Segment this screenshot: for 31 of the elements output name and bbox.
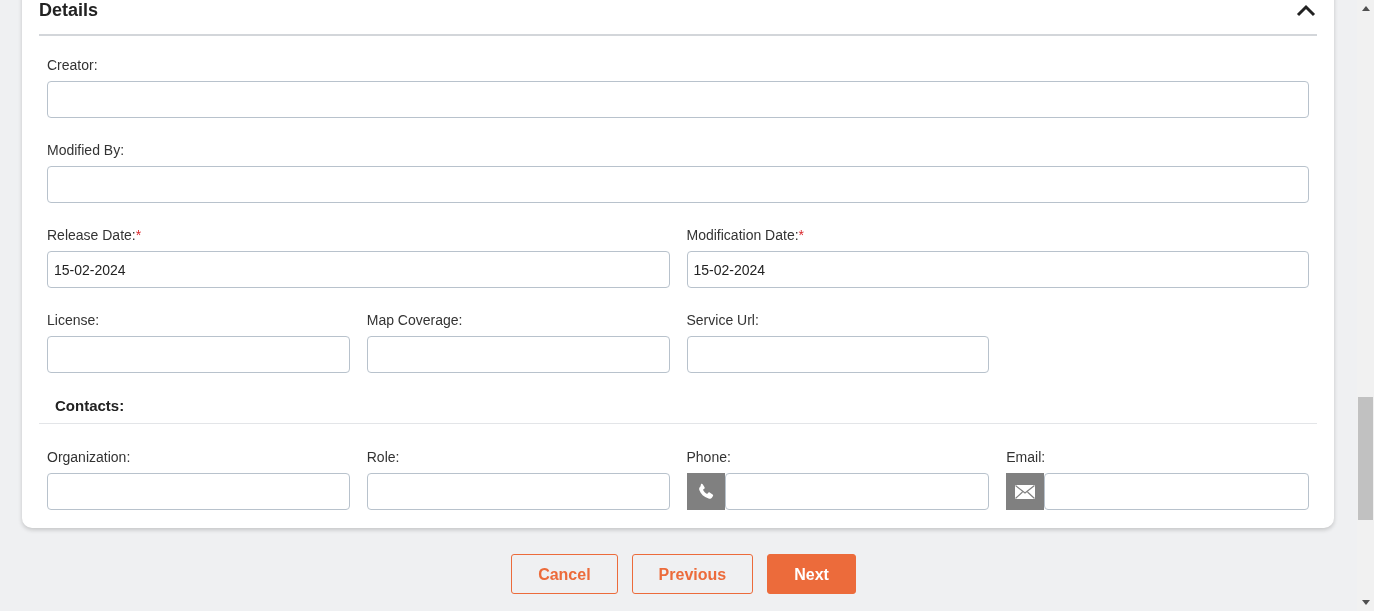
field-label: Role:: [366, 448, 401, 466]
outline-button[interactable]: Previous: [631, 554, 754, 594]
input-field[interactable]: [47, 336, 350, 373]
field-label: Organization:: [47, 448, 132, 466]
input-field[interactable]: 15-02-2024: [47, 251, 670, 288]
field-label: Map Coverage:: [366, 311, 464, 329]
envelope-icon: [1006, 473, 1045, 510]
field-label: Service Url:: [686, 311, 760, 329]
input-field[interactable]: [47, 166, 1309, 203]
field-label: Creator:: [47, 56, 99, 74]
scrollbar-thumb[interactable]: [1358, 397, 1373, 520]
input-field[interactable]: [686, 336, 990, 373]
next-button[interactable]: Next: [767, 554, 856, 594]
input-field[interactable]: [47, 81, 1309, 118]
field-label: Phone:: [686, 448, 732, 466]
contacts-heading: Contacts:: [54, 396, 126, 416]
input-field[interactable]: [366, 473, 670, 510]
input-field[interactable]: 15-02-2024: [686, 251, 1309, 288]
input-field[interactable]: [1044, 473, 1309, 510]
field-label: Release Date:*: [47, 226, 143, 244]
input-field[interactable]: [724, 473, 990, 510]
outline-button[interactable]: Cancel: [511, 554, 618, 594]
field-label: Modification Date:*: [686, 226, 805, 244]
input-field[interactable]: [366, 336, 670, 373]
phone-icon: [686, 473, 725, 510]
field-label: License:: [47, 311, 101, 329]
collapse-toggle[interactable]: [1295, 2, 1317, 18]
input-field[interactable]: [47, 473, 350, 510]
field-label: Modified By:: [47, 141, 126, 159]
field-label: Email:: [1006, 448, 1047, 466]
section-title: Details: [39, 0, 99, 21]
